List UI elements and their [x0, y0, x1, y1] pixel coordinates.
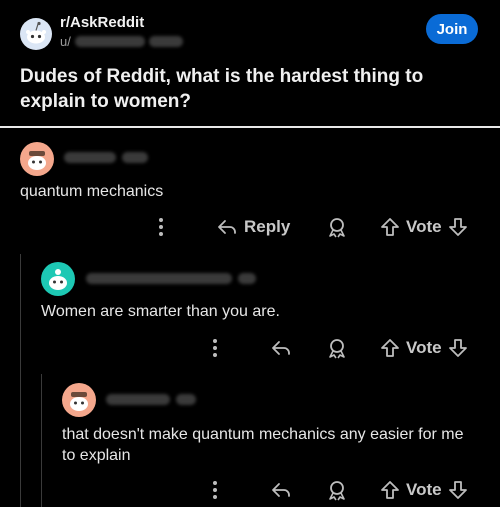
more-vertical-icon	[213, 339, 217, 357]
post-author[interactable]: u/	[60, 34, 183, 49]
post-title: Dudes of Reddit, what is the hardest thi…	[20, 66, 424, 112]
snoo-avatar-icon	[28, 151, 46, 170]
award-icon	[329, 339, 345, 359]
more-options-button[interactable]	[210, 337, 220, 359]
comment-meta	[86, 273, 256, 284]
redacted-username	[74, 36, 145, 47]
reply-label: Reply	[244, 217, 291, 236]
snoo-avatar-icon	[49, 269, 67, 290]
reddit-snoo-icon	[26, 21, 46, 44]
more-options-button[interactable]	[156, 216, 166, 238]
more-vertical-icon	[213, 481, 217, 499]
avatar[interactable]	[20, 142, 54, 176]
downvote-icon[interactable]	[448, 479, 468, 501]
join-button[interactable]: Join	[426, 14, 478, 44]
redacted-username	[86, 273, 232, 284]
reply-button[interactable]	[270, 479, 292, 501]
reply-button[interactable]	[270, 337, 292, 359]
upvote-icon[interactable]	[380, 479, 400, 501]
redacted-username	[64, 152, 116, 163]
upvote-icon[interactable]	[380, 337, 400, 359]
comment-meta	[106, 394, 196, 405]
more-vertical-icon	[159, 218, 163, 236]
downvote-icon[interactable]	[448, 216, 468, 238]
redacted-time	[176, 394, 196, 405]
vote-control[interactable]: Vote	[380, 479, 468, 501]
award-icon	[329, 218, 345, 238]
vote-control[interactable]: Vote	[380, 337, 468, 359]
avatar[interactable]	[41, 262, 75, 296]
avatar[interactable]	[62, 383, 96, 417]
thread-line	[41, 374, 42, 507]
vote-control[interactable]: Vote	[380, 216, 468, 238]
more-options-button[interactable]	[210, 479, 220, 501]
comment-body: that doesn't make quantum mechanics any …	[62, 426, 464, 464]
reply-arrow-icon	[272, 341, 290, 355]
downvote-icon[interactable]	[448, 337, 468, 359]
subreddit-avatar[interactable]	[20, 18, 52, 50]
comment-meta	[64, 152, 148, 163]
redacted-time	[148, 36, 183, 47]
vote-label: Vote	[406, 338, 442, 357]
award-button[interactable]	[326, 479, 348, 501]
award-button[interactable]	[326, 337, 348, 359]
vote-label: Vote	[406, 217, 442, 236]
award-icon	[329, 481, 345, 501]
header-divider	[0, 126, 500, 128]
comment-body: quantum mechanics	[20, 183, 164, 200]
reply-arrow-icon	[272, 483, 290, 497]
redacted-time	[238, 273, 256, 284]
snoo-avatar-icon	[70, 392, 88, 411]
upvote-icon[interactable]	[380, 216, 400, 238]
reply-arrow-icon	[218, 220, 236, 234]
thread-line	[20, 254, 21, 507]
award-button[interactable]	[326, 216, 348, 238]
reply-button[interactable]: Reply	[216, 216, 290, 238]
vote-label: Vote	[406, 480, 442, 499]
user-prefix: u/	[60, 34, 71, 49]
comment-body: Women are smarter than you are.	[41, 303, 280, 320]
subreddit-name[interactable]: r/AskReddit	[60, 14, 144, 31]
post-header: r/AskReddit u/ Join Dudes of Reddit, wha…	[0, 0, 500, 128]
redacted-username	[106, 394, 170, 405]
redacted-time	[122, 152, 148, 163]
